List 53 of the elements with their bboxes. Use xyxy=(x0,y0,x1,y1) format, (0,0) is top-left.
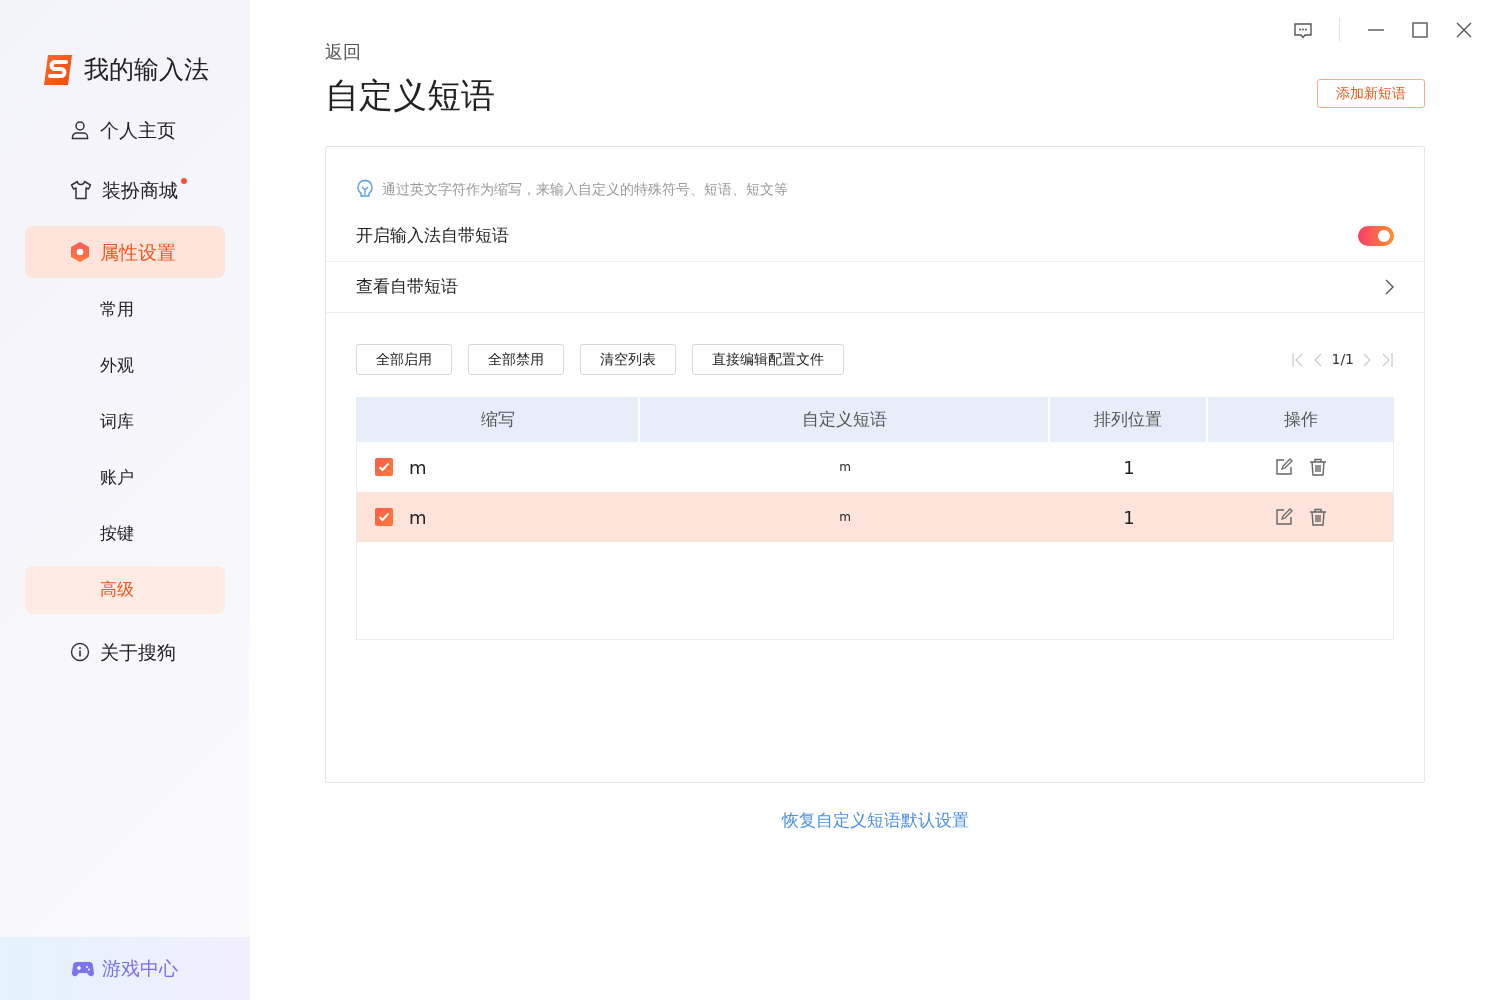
edit-icon[interactable] xyxy=(1274,508,1293,527)
toolbar-button[interactable]: 全部禁用 xyxy=(468,344,564,376)
toolbar-button[interactable]: 直接编辑配置文件 xyxy=(692,344,844,376)
settings-link-row[interactable]: 查看自带短语 xyxy=(326,262,1424,314)
back-link[interactable]: 返回 xyxy=(325,38,361,65)
trash-icon[interactable] xyxy=(1308,458,1327,477)
setting-label: 开启输入法自带短语 xyxy=(356,224,509,248)
table-cell-text: m xyxy=(409,455,427,480)
sidebar-item[interactable]: 关于搜狗 xyxy=(25,626,225,678)
info-icon xyxy=(70,642,90,662)
game-center-button[interactable]: 游戏中心 xyxy=(0,937,250,1000)
column-header: 排列位置 xyxy=(1050,398,1208,443)
sidebar-item[interactable]: 外观 xyxy=(25,342,225,390)
add-phrase-button[interactable]: 添加新短语 xyxy=(1317,78,1425,108)
table-row[interactable]: m m 1 xyxy=(357,442,1393,493)
app-name: 我的输入法 xyxy=(84,54,209,87)
checkbox[interactable] xyxy=(375,508,393,527)
sidebar-item[interactable]: 个人主页 xyxy=(25,104,225,156)
lightbulb-icon xyxy=(356,178,374,199)
trash-icon[interactable] xyxy=(1308,508,1327,527)
shirt-icon xyxy=(70,180,92,200)
table-row[interactable]: m m 1 xyxy=(357,492,1393,543)
column-header: 操作 xyxy=(1282,408,1319,432)
checkmark-icon xyxy=(378,462,390,473)
column-header: 缩写 xyxy=(357,398,640,443)
toolbar-button[interactable]: 清空列表 xyxy=(580,344,676,376)
table-cell-text: m xyxy=(839,459,851,477)
table-cell-text: m xyxy=(839,509,851,527)
checkmark-icon xyxy=(378,512,390,523)
table-cell-text: 1 xyxy=(1123,505,1135,530)
toggle-switch[interactable] xyxy=(1358,226,1394,247)
maximize-icon xyxy=(1411,22,1429,38)
sidebar-item[interactable]: 装扮商城 xyxy=(25,164,225,216)
edit-icon[interactable] xyxy=(1274,458,1293,477)
sidebar-item[interactable]: 按键 xyxy=(25,510,225,558)
hexagon-icon xyxy=(70,241,90,263)
page-indicator: 1/1 xyxy=(1331,350,1354,370)
chevron-right-icon xyxy=(1384,279,1394,296)
minimize-icon xyxy=(1367,29,1385,31)
sidebar-item[interactable]: 账户 xyxy=(25,454,225,502)
sidebar-item[interactable]: 常用 xyxy=(25,286,225,334)
message-icon xyxy=(1294,22,1312,39)
sidebar-item[interactable]: 词库 xyxy=(25,398,225,446)
table-cell-text: m xyxy=(409,505,427,530)
table-cell-text: 1 xyxy=(1123,455,1135,480)
person-icon xyxy=(70,120,90,140)
close-icon xyxy=(1455,22,1473,38)
column-header: 自定义短语 xyxy=(640,398,1050,443)
checkbox[interactable] xyxy=(375,458,393,477)
toolbar-button[interactable]: 全部启用 xyxy=(356,344,452,376)
hint-text: 通过英文字符作为缩写，来输入自定义的特殊符号、短语、短文等 xyxy=(382,179,788,199)
page-title: 自定义短语 xyxy=(325,75,495,116)
gamepad-icon xyxy=(72,959,94,978)
